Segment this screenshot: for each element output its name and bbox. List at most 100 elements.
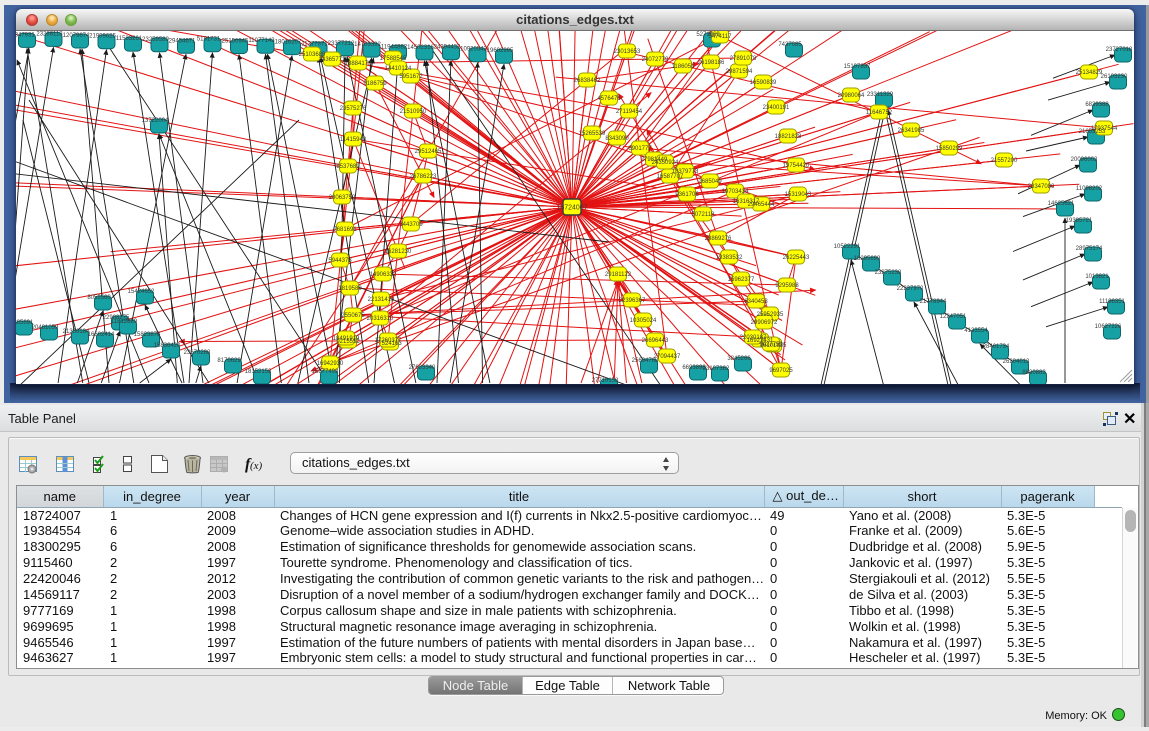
- svg-text:21356184: 21356184: [63, 329, 90, 335]
- svg-text:19754420: 19754420: [783, 163, 810, 169]
- svg-text:25150945: 25150945: [222, 39, 249, 45]
- svg-text:23259589: 23259589: [142, 37, 169, 43]
- svg-text:18152153: 18152153: [245, 369, 272, 375]
- svg-text:28461734: 28461734: [983, 344, 1010, 350]
- svg-text:14703392: 14703392: [354, 42, 381, 48]
- svg-text:17588545: 17588545: [380, 56, 407, 62]
- svg-text:29512465: 29512465: [415, 149, 442, 155]
- svg-text:28063759: 28063759: [329, 195, 356, 201]
- svg-text:26204013: 26204013: [1003, 359, 1030, 365]
- svg-text:23311329: 23311329: [867, 92, 894, 98]
- svg-text:21557200: 21557200: [991, 158, 1018, 164]
- svg-text:24350924: 24350924: [652, 160, 679, 166]
- svg-text:15265539: 15265539: [579, 131, 606, 137]
- svg-text:15319043: 15319043: [785, 192, 812, 198]
- svg-text:14410124: 14410124: [385, 66, 412, 72]
- svg-text:27710158: 27710158: [592, 378, 619, 384]
- svg-text:10305024: 10305024: [630, 318, 657, 324]
- svg-text:11377871: 11377871: [301, 41, 328, 47]
- svg-text:5181731: 5181731: [197, 37, 221, 43]
- svg-text:27094437: 27094437: [654, 354, 681, 360]
- svg-text:16942930: 16942930: [317, 361, 344, 367]
- svg-text:7437085: 7437085: [778, 42, 802, 48]
- svg-text:22237970: 22237970: [897, 286, 924, 292]
- svg-text:28347080: 28347080: [1028, 184, 1055, 190]
- svg-text:9186759: 9186759: [363, 81, 387, 87]
- svg-text:20461059: 20461059: [32, 325, 59, 331]
- svg-text:6839388: 6839388: [1085, 102, 1109, 108]
- svg-text:13722004: 13722004: [142, 118, 169, 124]
- svg-text:27891078: 27891078: [730, 56, 757, 62]
- svg-text:26103230: 26103230: [1101, 74, 1128, 80]
- svg-text:21778944: 21778944: [920, 299, 947, 305]
- svg-text:26838462: 26838462: [574, 78, 601, 84]
- svg-text:23670288: 23670288: [184, 350, 211, 356]
- svg-text:26786223: 26786223: [410, 174, 437, 180]
- svg-text:10627226: 10627226: [1095, 324, 1122, 330]
- svg-text:27119454: 27119454: [616, 109, 643, 115]
- svg-text:20316310: 20316310: [367, 316, 394, 322]
- svg-text:3845266: 3845266: [727, 356, 751, 362]
- svg-text:3443709: 3443709: [399, 222, 423, 228]
- svg-text:29181122: 29181122: [605, 272, 632, 278]
- svg-text:8170629: 8170629: [217, 358, 241, 364]
- svg-text:14502316: 14502316: [407, 45, 434, 51]
- svg-text:11098202: 11098202: [1076, 186, 1103, 192]
- svg-text:5951672: 5951672: [399, 74, 423, 80]
- svg-text:1186053: 1186053: [672, 64, 696, 70]
- svg-text:10522291: 10522291: [834, 244, 861, 250]
- svg-text:24394432: 24394432: [434, 45, 461, 51]
- svg-text:(x): (x): [250, 460, 263, 472]
- svg-text:29906972: 29906972: [751, 320, 778, 326]
- svg-text:28975174: 28975174: [1076, 246, 1103, 252]
- svg-text:19703434: 19703434: [722, 189, 749, 195]
- svg-text:16316317: 16316317: [733, 199, 760, 205]
- svg-text:9361706: 9361706: [675, 192, 699, 198]
- svg-text:26696443: 26696443: [642, 338, 669, 344]
- svg-text:20096003: 20096003: [1071, 157, 1098, 163]
- svg-text:29871594: 29871594: [726, 69, 753, 75]
- svg-text:27633340: 27633340: [409, 365, 436, 371]
- svg-text:28869276: 28869276: [705, 236, 732, 242]
- svg-text:4133554: 4133554: [964, 328, 988, 334]
- svg-text:23275238: 23275238: [875, 270, 902, 276]
- svg-text:23013653: 23013653: [614, 49, 641, 55]
- svg-text:22030187: 22030187: [740, 335, 767, 341]
- svg-text:2685049: 2685049: [698, 179, 722, 185]
- svg-text:18724007: 18724007: [556, 205, 587, 212]
- svg-text:11415948: 11415948: [340, 137, 367, 143]
- svg-text:15424652: 15424652: [128, 289, 155, 295]
- svg-text:1819580: 1819580: [338, 286, 362, 292]
- svg-text:18016207: 18016207: [275, 40, 302, 46]
- svg-text:16281230: 16281230: [385, 249, 412, 255]
- svg-text:6901777: 6901777: [628, 146, 652, 152]
- svg-text:11196351: 11196351: [1099, 299, 1125, 305]
- svg-text:16602414: 16602414: [88, 332, 115, 338]
- svg-text:15836420: 15836420: [154, 343, 181, 349]
- svg-text:11646752: 11646752: [866, 110, 893, 116]
- svg-text:11077143: 11077143: [248, 38, 275, 44]
- svg-text:15850299: 15850299: [936, 146, 963, 152]
- svg-text:23575276: 23575276: [340, 106, 367, 112]
- svg-text:16587707: 16587707: [657, 174, 684, 180]
- svg-text:14906332: 14906332: [370, 272, 397, 278]
- svg-text:15107837: 15107837: [844, 64, 871, 70]
- svg-text:8537689: 8537689: [336, 164, 360, 170]
- svg-text:21909625: 21909625: [89, 34, 116, 40]
- svg-text:5072118: 5072118: [692, 212, 716, 218]
- svg-text:25134829: 25134829: [1076, 70, 1103, 76]
- svg-text:18295699: 18295699: [854, 256, 881, 262]
- svg-text:15962377: 15962377: [728, 277, 755, 283]
- svg-text:18821828: 18821828: [775, 134, 802, 140]
- svg-text:3347931: 3347931: [16, 32, 35, 38]
- svg-text:14625621: 14625621: [1048, 201, 1075, 207]
- svg-text:12247051: 12247051: [940, 314, 967, 320]
- svg-text:22131419: 22131419: [368, 297, 395, 303]
- svg-text:9295988: 9295988: [775, 283, 799, 289]
- svg-text:24365771: 24365771: [319, 57, 346, 63]
- svg-text:16877493: 16877493: [312, 369, 339, 375]
- svg-text:24072779: 24072779: [642, 57, 669, 63]
- svg-text:9027759: 9027759: [759, 342, 783, 348]
- svg-text:9697025: 9697025: [769, 368, 793, 374]
- svg-text:20980064: 20980064: [838, 93, 865, 99]
